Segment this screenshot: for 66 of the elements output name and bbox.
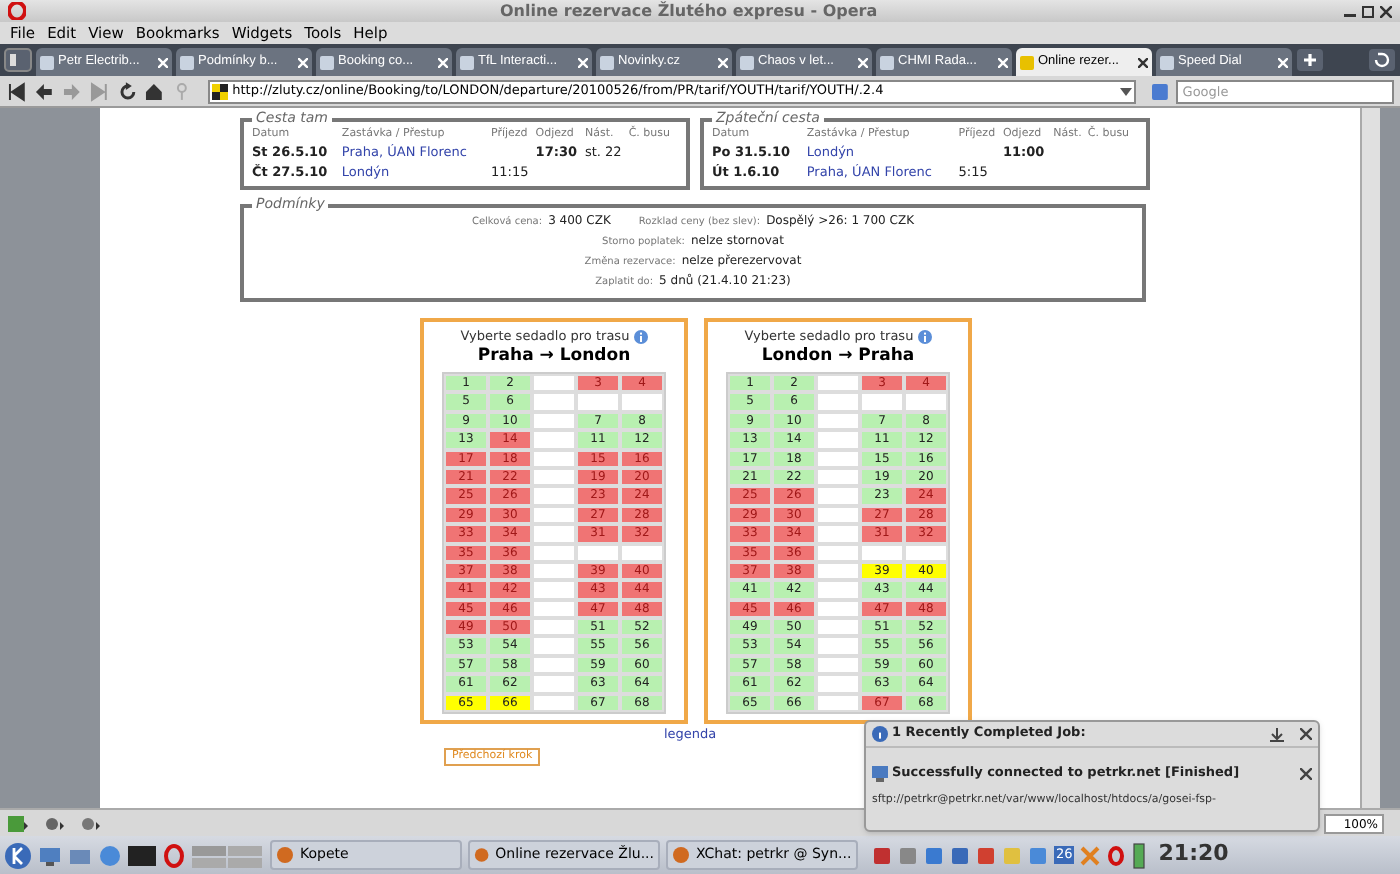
- close-icon[interactable]: [1138, 57, 1148, 67]
- home-icon[interactable]: [144, 81, 165, 101]
- aisle-gap: [532, 392, 576, 412]
- aisle-gap: [816, 674, 860, 694]
- app-icon: [672, 846, 690, 864]
- monitor-icon: [872, 765, 888, 782]
- close-icon[interactable]: [1300, 728, 1312, 740]
- info-icon: [872, 726, 888, 742]
- aisle-gap: [816, 618, 860, 637]
- page-icon: [180, 55, 194, 69]
- terminal-icon[interactable]: [128, 843, 156, 867]
- aisle-gap: [532, 636, 576, 656]
- search-engine-icon: [1152, 83, 1169, 99]
- aisle-gap: [816, 524, 860, 544]
- route-title: Praha → London: [477, 346, 631, 368]
- page-icon: [1160, 55, 1174, 69]
- aisle-gap: [532, 674, 576, 694]
- aisle-gap: [816, 374, 860, 393]
- close-icon[interactable]: [1380, 5, 1392, 17]
- globe-icon[interactable]: [98, 843, 122, 867]
- back-icon[interactable]: [33, 81, 54, 101]
- aisle-gap: [532, 524, 576, 544]
- aisle-gap: [816, 392, 860, 412]
- page-icon: [320, 55, 334, 69]
- aisle-gap: [532, 580, 576, 600]
- new-tab-icon[interactable]: [1296, 48, 1324, 72]
- page-icon: [460, 55, 474, 69]
- maximize-icon[interactable]: [1362, 5, 1374, 17]
- aisle-gap: [816, 580, 860, 600]
- aisle-gap: [816, 486, 860, 506]
- aisle-gap: [532, 430, 576, 450]
- page-icon: [40, 55, 54, 69]
- tray-icon[interactable]: [1106, 845, 1127, 865]
- download-icon[interactable]: [1270, 727, 1284, 741]
- opera-logo-icon: [8, 2, 26, 20]
- aisle-gap: [532, 486, 576, 506]
- aisle-gap: [816, 636, 860, 656]
- close-icon[interactable]: [1300, 767, 1312, 780]
- page-icon: [740, 55, 754, 69]
- aisle-gap: [532, 374, 576, 393]
- window-title: Online rezervace Žlutého expresu - Opera: [500, 0, 878, 23]
- network-icon[interactable]: [44, 815, 64, 831]
- status-icon[interactable]: [80, 815, 100, 831]
- scrollbar[interactable]: [1360, 108, 1380, 808]
- computer-icon[interactable]: [38, 843, 62, 867]
- start-menu-icon[interactable]: [4, 841, 32, 869]
- app-icon: [474, 846, 490, 864]
- aisle-gap: [532, 618, 576, 637]
- reload-icon[interactable]: [117, 81, 137, 101]
- aisle-gap: [816, 430, 860, 450]
- page-icon: [880, 55, 894, 69]
- site-icon: [212, 83, 229, 99]
- undo-icon[interactable]: [1368, 48, 1396, 72]
- panel-toggle-icon[interactable]: [4, 48, 32, 72]
- info-icon[interactable]: [633, 330, 648, 344]
- clock: 21:20: [1158, 838, 1229, 871]
- panel-icon[interactable]: [8, 815, 28, 831]
- info-icon[interactable]: [917, 330, 932, 344]
- dropdown-icon[interactable]: [1120, 85, 1133, 97]
- page-icon: [1020, 55, 1034, 69]
- opera-icon[interactable]: [162, 843, 186, 867]
- app-icon: [276, 846, 294, 864]
- rewind-icon[interactable]: [6, 81, 26, 101]
- route-title: London → Praha: [761, 346, 915, 368]
- page-icon: [600, 55, 614, 69]
- battery-icon[interactable]: [1132, 841, 1147, 869]
